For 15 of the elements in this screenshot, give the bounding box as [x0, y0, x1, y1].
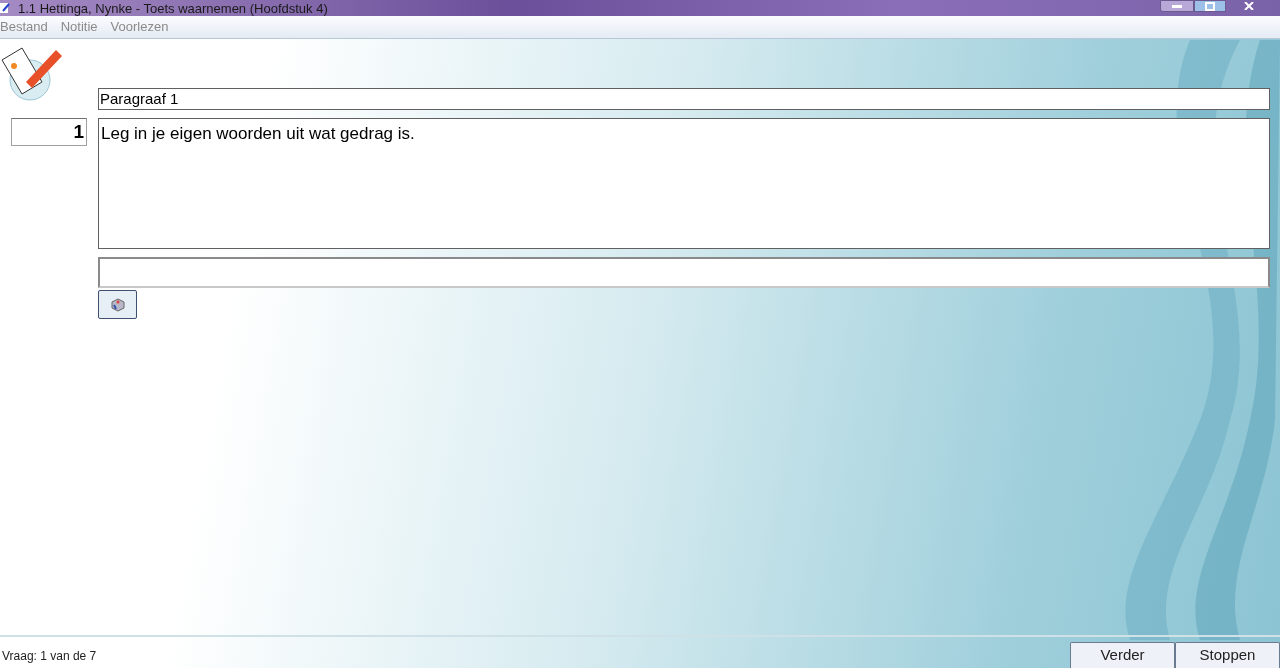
window-title: 1.1 Hettinga, Nynke - Toets waarnemen (Hoofdstuk 4) — [18, 1, 328, 15]
app-icon — [0, 2, 10, 14]
restore-icon — [1205, 1, 1215, 11]
close-icon — [1244, 2, 1254, 10]
footer-button[interactable]: Stoppen — [1175, 642, 1280, 668]
minimize-button[interactable] — [1160, 0, 1194, 12]
footer-button[interactable]: Verder — [1070, 642, 1175, 668]
question-number-field: 1 — [11, 118, 87, 146]
maximize-button[interactable] — [1194, 0, 1226, 12]
section-field: Paragraaf 1 — [98, 88, 1270, 110]
cube-icon — [110, 297, 125, 312]
status-text: Vraag: 1 van de 7 — [2, 648, 97, 665]
speak-button[interactable] — [98, 290, 137, 319]
minimize-icon — [1172, 4, 1182, 8]
answer-field[interactable] — [98, 257, 1270, 288]
